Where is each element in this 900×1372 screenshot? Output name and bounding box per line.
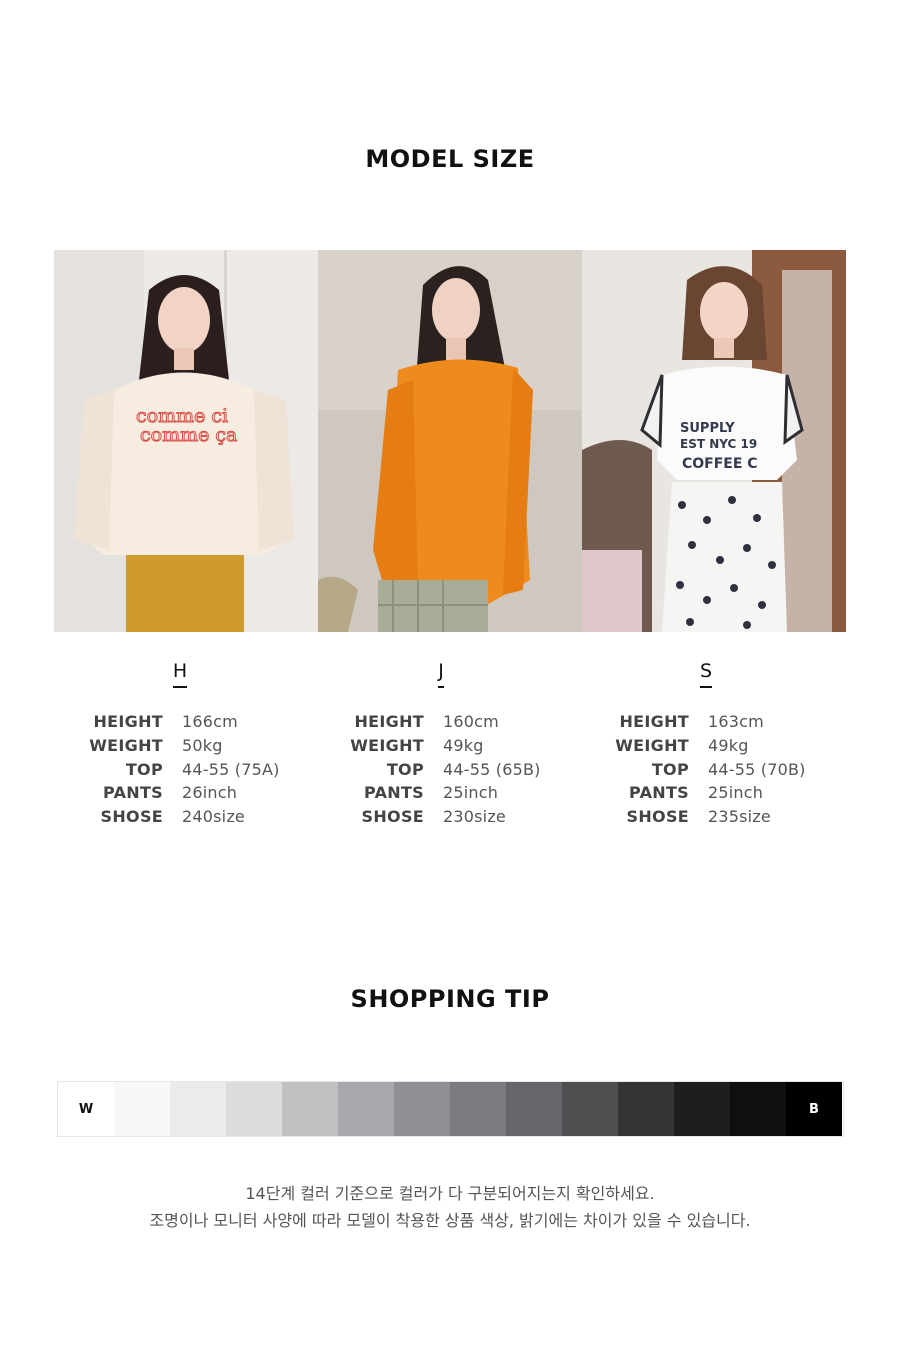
print-line-2: comme ça	[140, 424, 237, 446]
stat-label: TOP	[386, 759, 424, 779]
color-swatch	[618, 1082, 674, 1136]
stat-label: TOP	[651, 759, 689, 779]
shopping-tip-title: SHOPPING TIP	[350, 985, 550, 1013]
stat-label: SHOSE	[361, 807, 424, 827]
stat-label: PANTS	[364, 783, 424, 803]
color-swatch	[450, 1082, 506, 1136]
stat-row-height: HEIGHT 163cm	[574, 710, 838, 734]
stat-value: 50kg	[182, 735, 223, 755]
stat-value: 25inch	[443, 783, 499, 803]
model-size-title: MODEL SIZE	[365, 145, 535, 173]
stat-row-shose: SHOSE 235size	[574, 805, 838, 829]
stat-label: HEIGHT	[93, 712, 163, 731]
model-name: J	[309, 660, 573, 688]
model-photos: comme ci comme ça SUPPLY EST NYC 19 COFF…	[54, 250, 846, 632]
model-stats: HEIGHT 163cm WEIGHT 49kg TOP 44-55 (70B) PA…	[574, 710, 838, 829]
tip-line-2: 조명이나 모니터 사양에 따라 모델이 착용한 상품 색상, 밝기에는 차이가 …	[149, 1211, 751, 1230]
stat-value: 230size	[443, 807, 506, 827]
stat-value: 44-55 (75A)	[182, 759, 280, 779]
color-swatch	[170, 1082, 226, 1136]
tip-line-1: 14단계 컬러 기준으로 컬러가 다 구분되어지는지 확인하세요.	[245, 1184, 655, 1203]
stat-label: WEIGHT	[615, 735, 689, 755]
stat-row-shose: SHOSE 240size	[48, 805, 312, 829]
print-line-3: COFFEE C	[682, 456, 758, 472]
stat-row-pants: PANTS 26inch	[48, 781, 312, 805]
stat-row-height: HEIGHT 166cm	[48, 710, 312, 734]
model-photo-h: comme ci comme ça	[54, 250, 318, 632]
stat-label: HEIGHT	[619, 712, 689, 731]
color-swatch	[506, 1082, 562, 1136]
stat-label: PANTS	[629, 783, 689, 803]
stat-value: 26inch	[182, 783, 238, 803]
stat-row-shose: SHOSE 230size	[309, 805, 573, 829]
stat-value: 235size	[708, 807, 771, 827]
color-swatch	[114, 1082, 170, 1136]
model-photo-s: SUPPLY EST NYC 19 COFFEE C	[582, 250, 846, 632]
color-swatch	[562, 1082, 618, 1136]
color-swatch	[674, 1082, 730, 1136]
color-swatch	[226, 1082, 282, 1136]
color-scale: WB	[57, 1081, 844, 1137]
stat-value: 240size	[182, 807, 245, 827]
stat-row-weight: WEIGHT 49kg	[574, 734, 838, 758]
color-swatch	[338, 1082, 394, 1136]
stat-value: 49kg	[443, 735, 484, 755]
stat-value: 163cm	[708, 712, 764, 731]
stat-row-weight: WEIGHT 50kg	[48, 734, 312, 758]
model-card-j: J HEIGHT 160cm WEIGHT 49kg TOP 44-55 (65B) …	[309, 660, 573, 829]
stat-label: SHOSE	[626, 807, 689, 827]
stat-row-height: HEIGHT 160cm	[309, 710, 573, 734]
stat-row-pants: PANTS 25inch	[309, 781, 573, 805]
stat-row-weight: WEIGHT 49kg	[309, 734, 573, 758]
color-swatch	[394, 1082, 450, 1136]
stat-label: TOP	[125, 759, 163, 779]
stat-value: 49kg	[708, 735, 749, 755]
model-photo-j	[318, 250, 582, 632]
model-name: S	[574, 660, 838, 688]
stat-row-top: TOP 44-55 (65B)	[309, 758, 573, 782]
stat-value: 166cm	[182, 712, 238, 731]
model-stats: HEIGHT 166cm WEIGHT 50kg TOP 44-55 (75A) PA…	[48, 710, 312, 829]
color-swatch-white: W	[58, 1082, 114, 1136]
model-card-h: H HEIGHT 166cm WEIGHT 50kg TOP 44-55 (75A) …	[48, 660, 312, 829]
model-card-s: S HEIGHT 163cm WEIGHT 49kg TOP 44-55 (70B) …	[574, 660, 838, 829]
stat-row-top: TOP 44-55 (75A)	[48, 758, 312, 782]
stat-value: 44-55 (70B)	[708, 759, 806, 779]
stat-value: 160cm	[443, 712, 499, 731]
color-swatch-black: B	[786, 1082, 842, 1136]
stat-value: 25inch	[708, 783, 764, 803]
print-line-1: SUPPLY	[680, 421, 735, 436]
stat-row-top: TOP 44-55 (70B)	[574, 758, 838, 782]
print-line-2: EST NYC 19	[680, 437, 757, 451]
model-name: H	[48, 660, 312, 688]
stat-label: WEIGHT	[89, 735, 163, 755]
stat-label: HEIGHT	[354, 712, 424, 731]
model-stats: HEIGHT 160cm WEIGHT 49kg TOP 44-55 (65B) PA…	[309, 710, 573, 829]
color-swatch	[282, 1082, 338, 1136]
color-swatch	[730, 1082, 786, 1136]
stat-row-pants: PANTS 25inch	[574, 781, 838, 805]
stat-label: SHOSE	[100, 807, 163, 827]
stat-value: 44-55 (65B)	[443, 759, 541, 779]
stat-label: PANTS	[103, 783, 163, 803]
stat-label: WEIGHT	[350, 735, 424, 755]
